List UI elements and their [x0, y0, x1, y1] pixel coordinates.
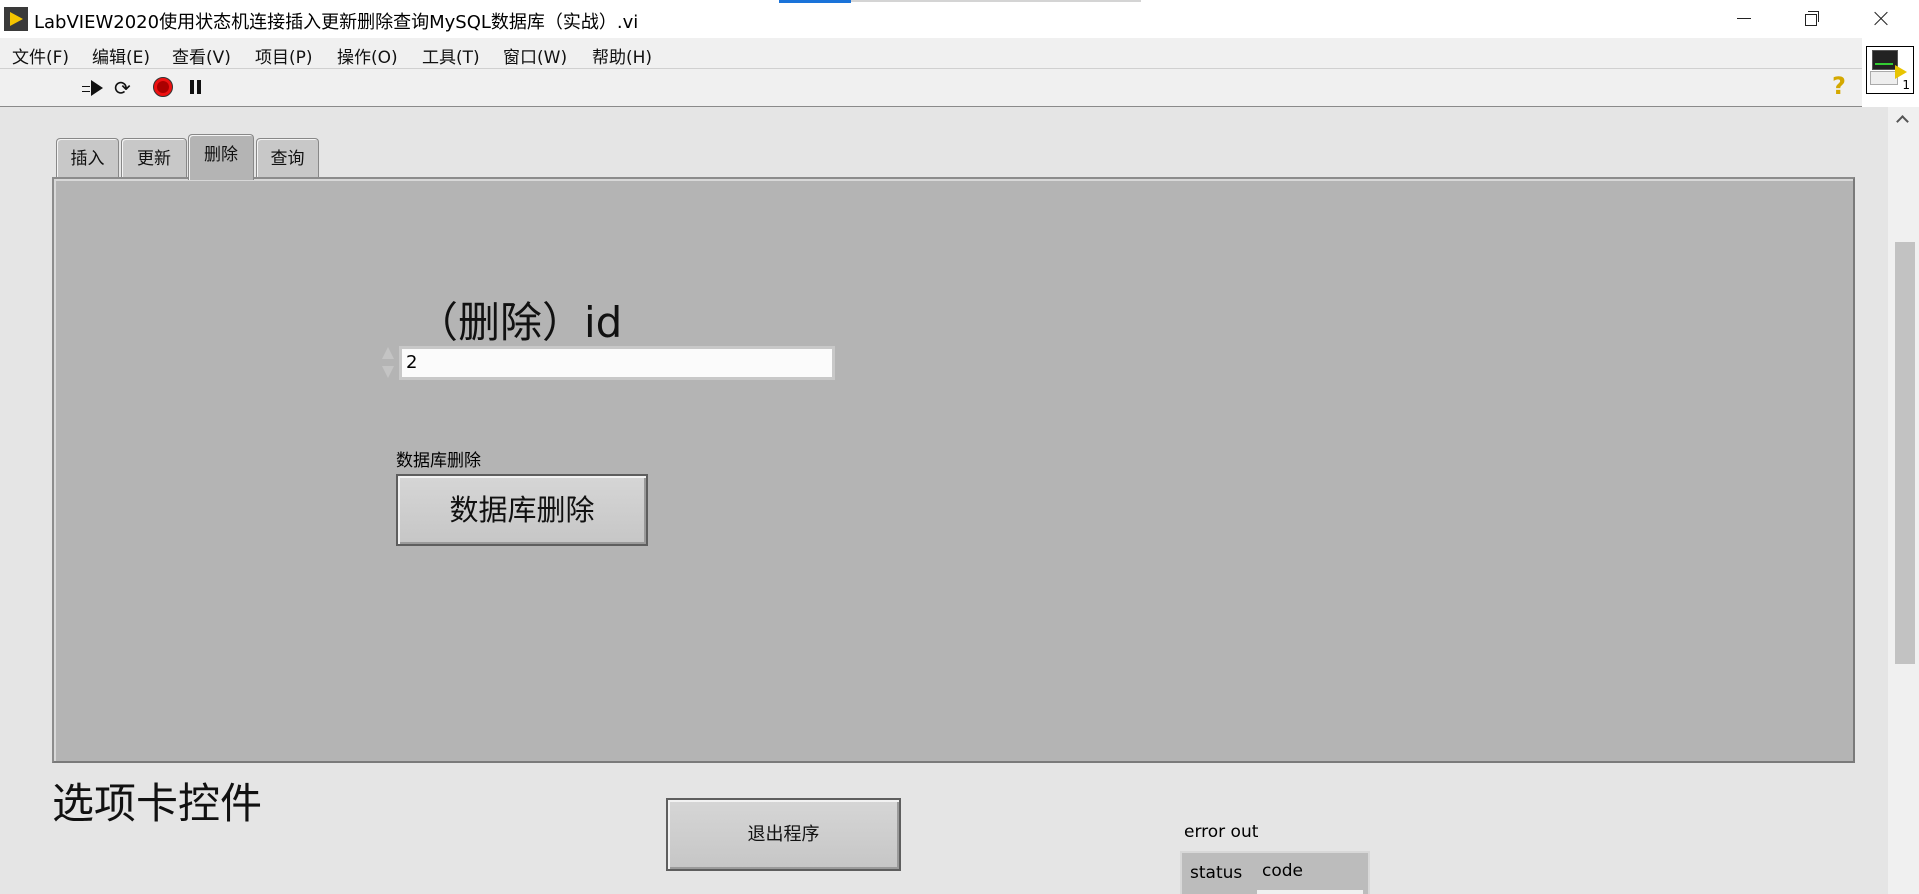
error-status-label: status: [1190, 863, 1243, 883]
decrement-arrow-icon[interactable]: [382, 366, 394, 378]
menu-help[interactable]: 帮助(H): [592, 43, 652, 68]
vertical-scrollbar[interactable]: [1888, 107, 1919, 894]
title-bar: LabVIEW2020使用状态机连接插入更新删除查询MySQL数据库（实战）.v…: [0, 0, 1919, 38]
context-help-icon[interactable]: ?: [1832, 72, 1846, 100]
menu-tools[interactable]: 工具(T): [422, 43, 480, 68]
menu-project[interactable]: 项目(P): [255, 43, 313, 68]
pause-icon[interactable]: [189, 77, 211, 99]
run-continuously-icon[interactable]: ⟳: [114, 77, 136, 99]
toolbar: ⟳: [0, 69, 1862, 108]
scroll-up-icon[interactable]: [1896, 115, 1909, 128]
title-accent-bar-gray: [851, 0, 1141, 2]
delete-id-label: （删除）id: [416, 298, 623, 347]
close-button[interactable]: [1846, 0, 1914, 38]
minimize-button[interactable]: [1710, 0, 1778, 38]
error-out-label: error out: [1184, 822, 1259, 842]
menu-operate[interactable]: 操作(O): [337, 43, 398, 68]
vi-icon-number: 1: [1902, 78, 1910, 92]
id-spinner[interactable]: [378, 344, 398, 384]
tab-insert[interactable]: 插入: [56, 138, 119, 178]
tab-control-caption: 选项卡控件: [52, 779, 263, 828]
restore-button[interactable]: [1778, 0, 1846, 38]
scroll-thumb[interactable]: [1895, 242, 1915, 664]
icon-base: [1870, 71, 1898, 85]
delete-id-input[interactable]: 2: [399, 346, 835, 380]
labview-app-icon: [4, 7, 28, 31]
menu-window[interactable]: 窗口(W): [503, 43, 567, 68]
abort-icon[interactable]: [153, 77, 175, 99]
db-delete-button-label: 数据库删除: [396, 451, 481, 471]
db-delete-button[interactable]: 数据库删除: [396, 474, 648, 546]
increment-arrow-icon[interactable]: [382, 347, 394, 359]
error-code-label: code: [1262, 861, 1303, 881]
error-code-field: [1257, 890, 1363, 894]
exit-program-button[interactable]: 退出程序: [666, 798, 901, 871]
menu-file[interactable]: 文件(F): [12, 43, 69, 68]
run-arrow-icon[interactable]: [82, 77, 104, 99]
arrow-icon: [1895, 65, 1907, 79]
error-out-cluster: status code: [1180, 851, 1370, 894]
tab-page-delete: [52, 177, 1855, 763]
menu-bar: 文件(F) 编辑(E) 查看(V) 项目(P) 操作(O) 工具(T) 窗口(W…: [0, 38, 1862, 69]
tab-query[interactable]: 查询: [256, 138, 319, 178]
tab-update[interactable]: 更新: [121, 138, 187, 178]
title-accent-bar: [779, 0, 851, 3]
menu-edit[interactable]: 编辑(E): [92, 43, 150, 68]
tab-delete[interactable]: 删除: [188, 134, 254, 180]
vi-icon[interactable]: 1: [1866, 46, 1914, 94]
menu-view[interactable]: 查看(V): [172, 43, 231, 68]
window-title: LabVIEW2020使用状态机连接插入更新删除查询MySQL数据库（实战）.v…: [34, 12, 639, 33]
